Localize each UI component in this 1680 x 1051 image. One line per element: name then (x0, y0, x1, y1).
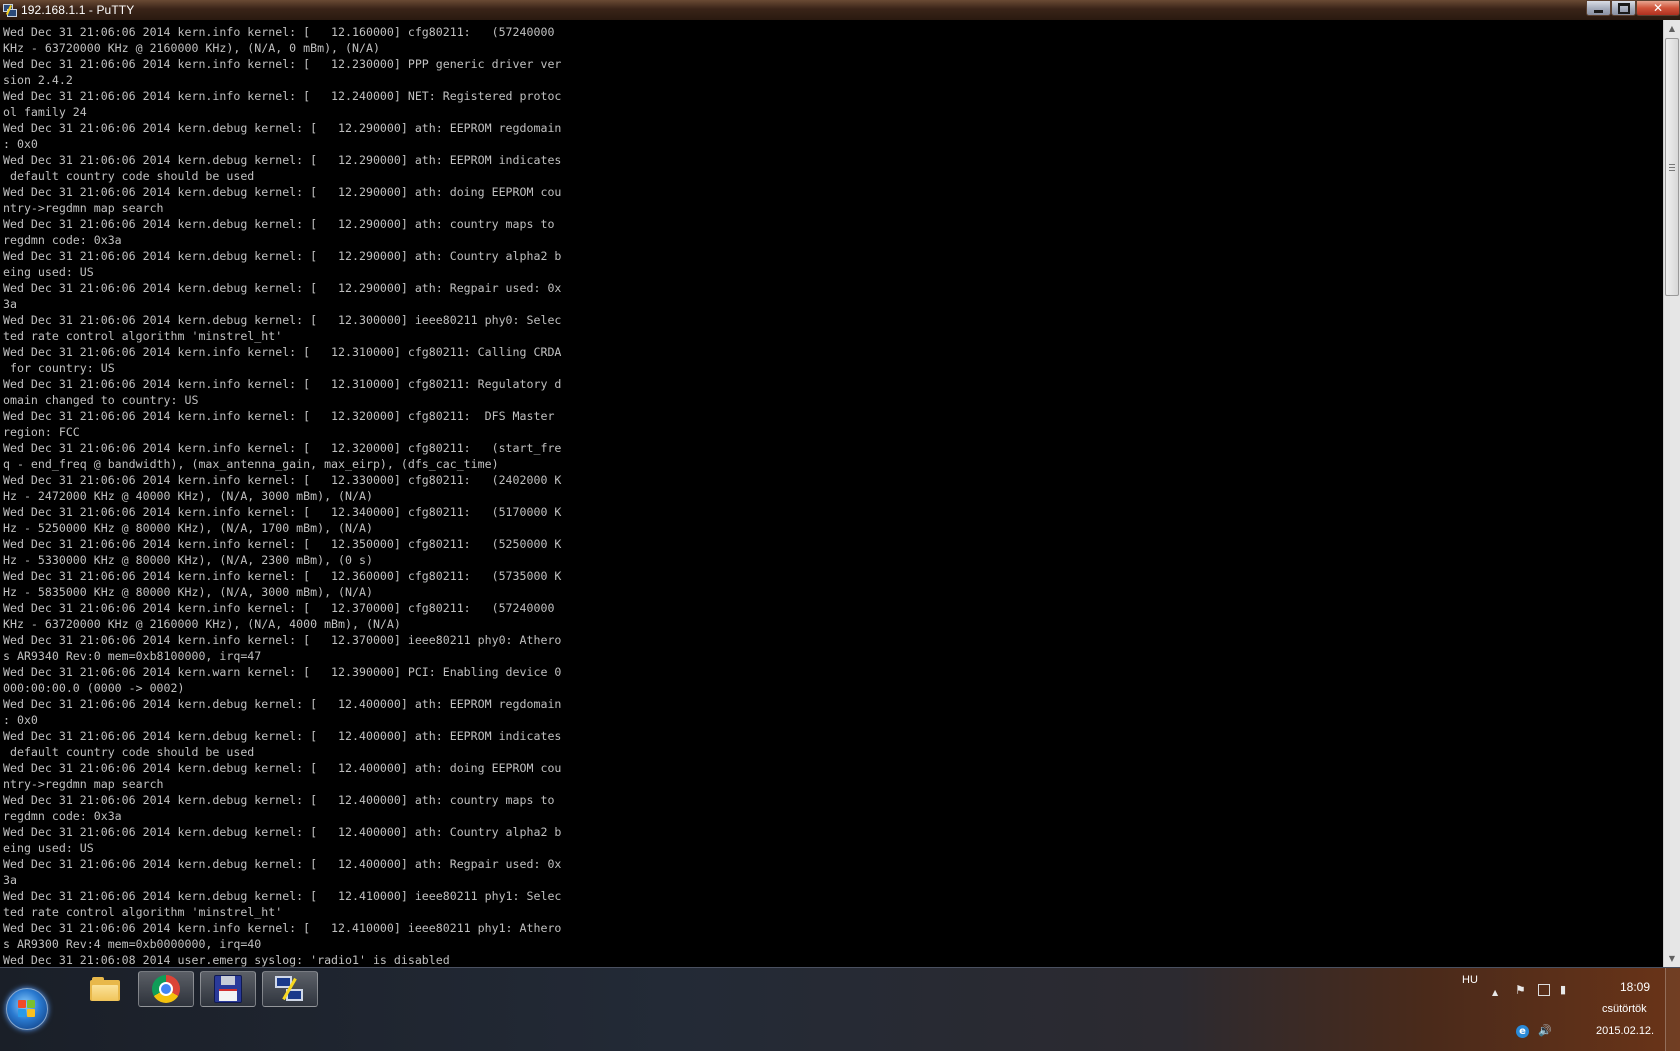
terminal-line: : 0x0 (3, 137, 38, 151)
terminal-line: Wed Dec 31 21:06:06 2014 kern.debug kern… (3, 697, 562, 711)
terminal-line: Hz - 5835000 KHz @ 80000 KHz), (N/A, 300… (3, 585, 373, 599)
terminal-line: Wed Dec 31 21:06:06 2014 kern.debug kern… (3, 889, 562, 903)
taskbar: HU ▲ ⚑ ▮ e 🔊 18:09 csütörtök 2015.02.12. (0, 967, 1680, 1051)
terminal-line: Wed Dec 31 21:06:06 2014 kern.info kerne… (3, 537, 562, 551)
action-center-flag-icon[interactable]: ⚑ (1515, 983, 1526, 997)
chrome-icon (152, 975, 180, 1003)
terminal-line: eing used: US (3, 841, 94, 855)
language-indicator[interactable]: HU (1462, 974, 1478, 986)
terminal-line: ntry->regdmn map search (3, 777, 164, 791)
terminal-line: Wed Dec 31 21:06:06 2014 kern.debug kern… (3, 313, 562, 327)
terminal-line: Wed Dec 31 21:06:06 2014 kern.debug kern… (3, 761, 562, 775)
window-title: 192.168.1.1 - PuTTY (21, 3, 135, 17)
terminal-line: Wed Dec 31 21:06:06 2014 kern.info kerne… (3, 921, 562, 935)
network-icon[interactable] (1538, 984, 1550, 996)
terminal-line: s AR9340 Rev:0 mem=0xb8100000, irq=47 (3, 649, 262, 663)
volume-icon[interactable]: 🔊 (1538, 1024, 1552, 1037)
terminal-output[interactable]: Wed Dec 31 21:06:06 2014 kern.info kerne… (0, 20, 1663, 967)
terminal-line: Wed Dec 31 21:06:06 2014 kern.info kerne… (3, 569, 562, 583)
terminal-line: sion 2.4.2 (3, 73, 73, 87)
windows-logo-icon (18, 1000, 36, 1018)
terminal-line: ted rate control algorithm 'minstrel_ht' (3, 329, 283, 343)
terminal-line: Wed Dec 31 21:06:06 2014 kern.info kerne… (3, 505, 562, 519)
clock-day[interactable]: csütörtök (1602, 1003, 1647, 1015)
terminal-line: region: FCC (3, 425, 80, 439)
minimize-icon (1594, 9, 1603, 13)
putty-icon (275, 974, 305, 1004)
terminal-line: regdmn code: 0x3a (3, 233, 122, 247)
floppy-icon (214, 975, 242, 1003)
window-controls: ✕ (1586, 0, 1680, 18)
terminal-line: Wed Dec 31 21:06:06 2014 kern.debug kern… (3, 729, 562, 743)
maximize-icon (1617, 2, 1630, 14)
terminal-line: Wed Dec 31 21:06:06 2014 kern.debug kern… (3, 185, 562, 199)
scrollbar-thumb[interactable] (1665, 38, 1679, 296)
terminal-text: Wed Dec 31 21:06:06 2014 kern.info kerne… (0, 24, 561, 967)
terminal-line: eing used: US (3, 265, 94, 279)
terminal-line: Hz - 5330000 KHz @ 80000 KHz), (N/A, 230… (3, 553, 373, 567)
terminal-line: Wed Dec 31 21:06:08 2014 user.emerg sysl… (3, 953, 450, 967)
taskbar-item-chrome[interactable] (138, 971, 194, 1007)
terminal-line: Wed Dec 31 21:06:06 2014 kern.debug kern… (3, 121, 562, 135)
close-icon: ✕ (1652, 1, 1664, 15)
vertical-scrollbar[interactable]: ▲ ▼ (1663, 20, 1680, 967)
clock-date[interactable]: 2015.02.12. (1596, 1025, 1654, 1037)
ie-icon[interactable]: e (1516, 1025, 1529, 1038)
terminal-line: Wed Dec 31 21:06:06 2014 kern.info kerne… (3, 345, 562, 359)
terminal-line: Wed Dec 31 21:06:06 2014 kern.info kerne… (3, 377, 562, 391)
terminal-line: Wed Dec 31 21:06:06 2014 kern.info kerne… (3, 441, 562, 455)
taskbar-item-putty[interactable] (262, 971, 318, 1007)
window-titlebar[interactable]: 192.168.1.1 - PuTTY ✕ (0, 0, 1680, 20)
terminal-line: regdmn code: 0x3a (3, 809, 122, 823)
terminal-line: Wed Dec 31 21:06:06 2014 kern.debug kern… (3, 217, 555, 231)
scroll-up-icon[interactable]: ▲ (1664, 20, 1680, 37)
clock-time[interactable]: 18:09 (1620, 980, 1650, 994)
terminal-line: Wed Dec 31 21:06:06 2014 kern.debug kern… (3, 281, 562, 295)
taskbar-item-save-app[interactable] (200, 971, 256, 1007)
terminal-line: Wed Dec 31 21:06:06 2014 kern.warn kerne… (3, 665, 562, 679)
terminal-line: ol family 24 (3, 105, 87, 119)
terminal-line: 3a (3, 297, 17, 311)
show-hidden-icons-icon[interactable]: ▲ (1492, 988, 1498, 997)
putty-icon[interactable] (3, 3, 17, 17)
terminal-line: Wed Dec 31 21:06:06 2014 kern.debug kern… (3, 857, 562, 871)
terminal-line: Wed Dec 31 21:06:06 2014 kern.debug kern… (3, 249, 562, 263)
terminal-line: ntry->regdmn map search (3, 201, 164, 215)
terminal-line: : 0x0 (3, 713, 38, 727)
terminal-line: default country code should be used (3, 745, 255, 759)
start-button[interactable] (6, 988, 48, 1030)
terminal-line: Wed Dec 31 21:06:06 2014 kern.info kerne… (3, 89, 562, 103)
show-desktop-button[interactable] (1665, 968, 1680, 1051)
scroll-down-icon[interactable]: ▼ (1664, 950, 1680, 967)
terminal-line: default country code should be used (3, 169, 255, 183)
terminal-line: for country: US (3, 361, 115, 375)
terminal-line: Wed Dec 31 21:06:06 2014 kern.debug kern… (3, 153, 562, 167)
terminal-line: Wed Dec 31 21:06:06 2014 kern.debug kern… (3, 793, 555, 807)
terminal-line: s AR9300 Rev:4 mem=0xb0000000, irq=40 (3, 937, 262, 951)
terminal-line: KHz - 63720000 KHz @ 2160000 KHz), (N/A,… (3, 41, 380, 55)
terminal-line: KHz - 63720000 KHz @ 2160000 KHz), (N/A,… (3, 617, 401, 631)
terminal-line: ted rate control algorithm 'minstrel_ht' (3, 905, 283, 919)
minimize-button[interactable] (1586, 0, 1611, 16)
terminal-line: Wed Dec 31 21:06:06 2014 kern.info kerne… (3, 57, 562, 71)
signal-icon[interactable]: ▮ (1560, 983, 1566, 996)
terminal-line: Hz - 5250000 KHz @ 80000 KHz), (N/A, 170… (3, 521, 373, 535)
folder-icon (90, 977, 120, 1001)
terminal-line: Wed Dec 31 21:06:06 2014 kern.info kerne… (3, 633, 562, 647)
terminal-line: 000:00:00.0 (0000 -> 0002) (3, 681, 185, 695)
terminal-line: Hz - 2472000 KHz @ 40000 KHz), (N/A, 300… (3, 489, 373, 503)
terminal-line: Wed Dec 31 21:06:06 2014 kern.info kerne… (3, 25, 555, 39)
terminal-line: 3a (3, 873, 17, 887)
close-button[interactable]: ✕ (1636, 0, 1680, 16)
terminal-line: q - end_freq @ bandwidth), (max_antenna_… (3, 457, 499, 471)
taskbar-item-file-explorer[interactable] (77, 971, 133, 1007)
terminal-line: Wed Dec 31 21:06:06 2014 kern.debug kern… (3, 825, 562, 839)
terminal-line: Wed Dec 31 21:06:06 2014 kern.info kerne… (3, 409, 555, 423)
terminal-line: omain changed to country: US (3, 393, 199, 407)
system-tray: HU ▲ ⚑ ▮ e 🔊 18:09 csütörtök 2015.02.12. (1440, 968, 1680, 1051)
terminal-line: Wed Dec 31 21:06:06 2014 kern.info kerne… (3, 473, 562, 487)
terminal-line: Wed Dec 31 21:06:06 2014 kern.info kerne… (3, 601, 555, 615)
maximize-button[interactable] (1611, 0, 1636, 16)
